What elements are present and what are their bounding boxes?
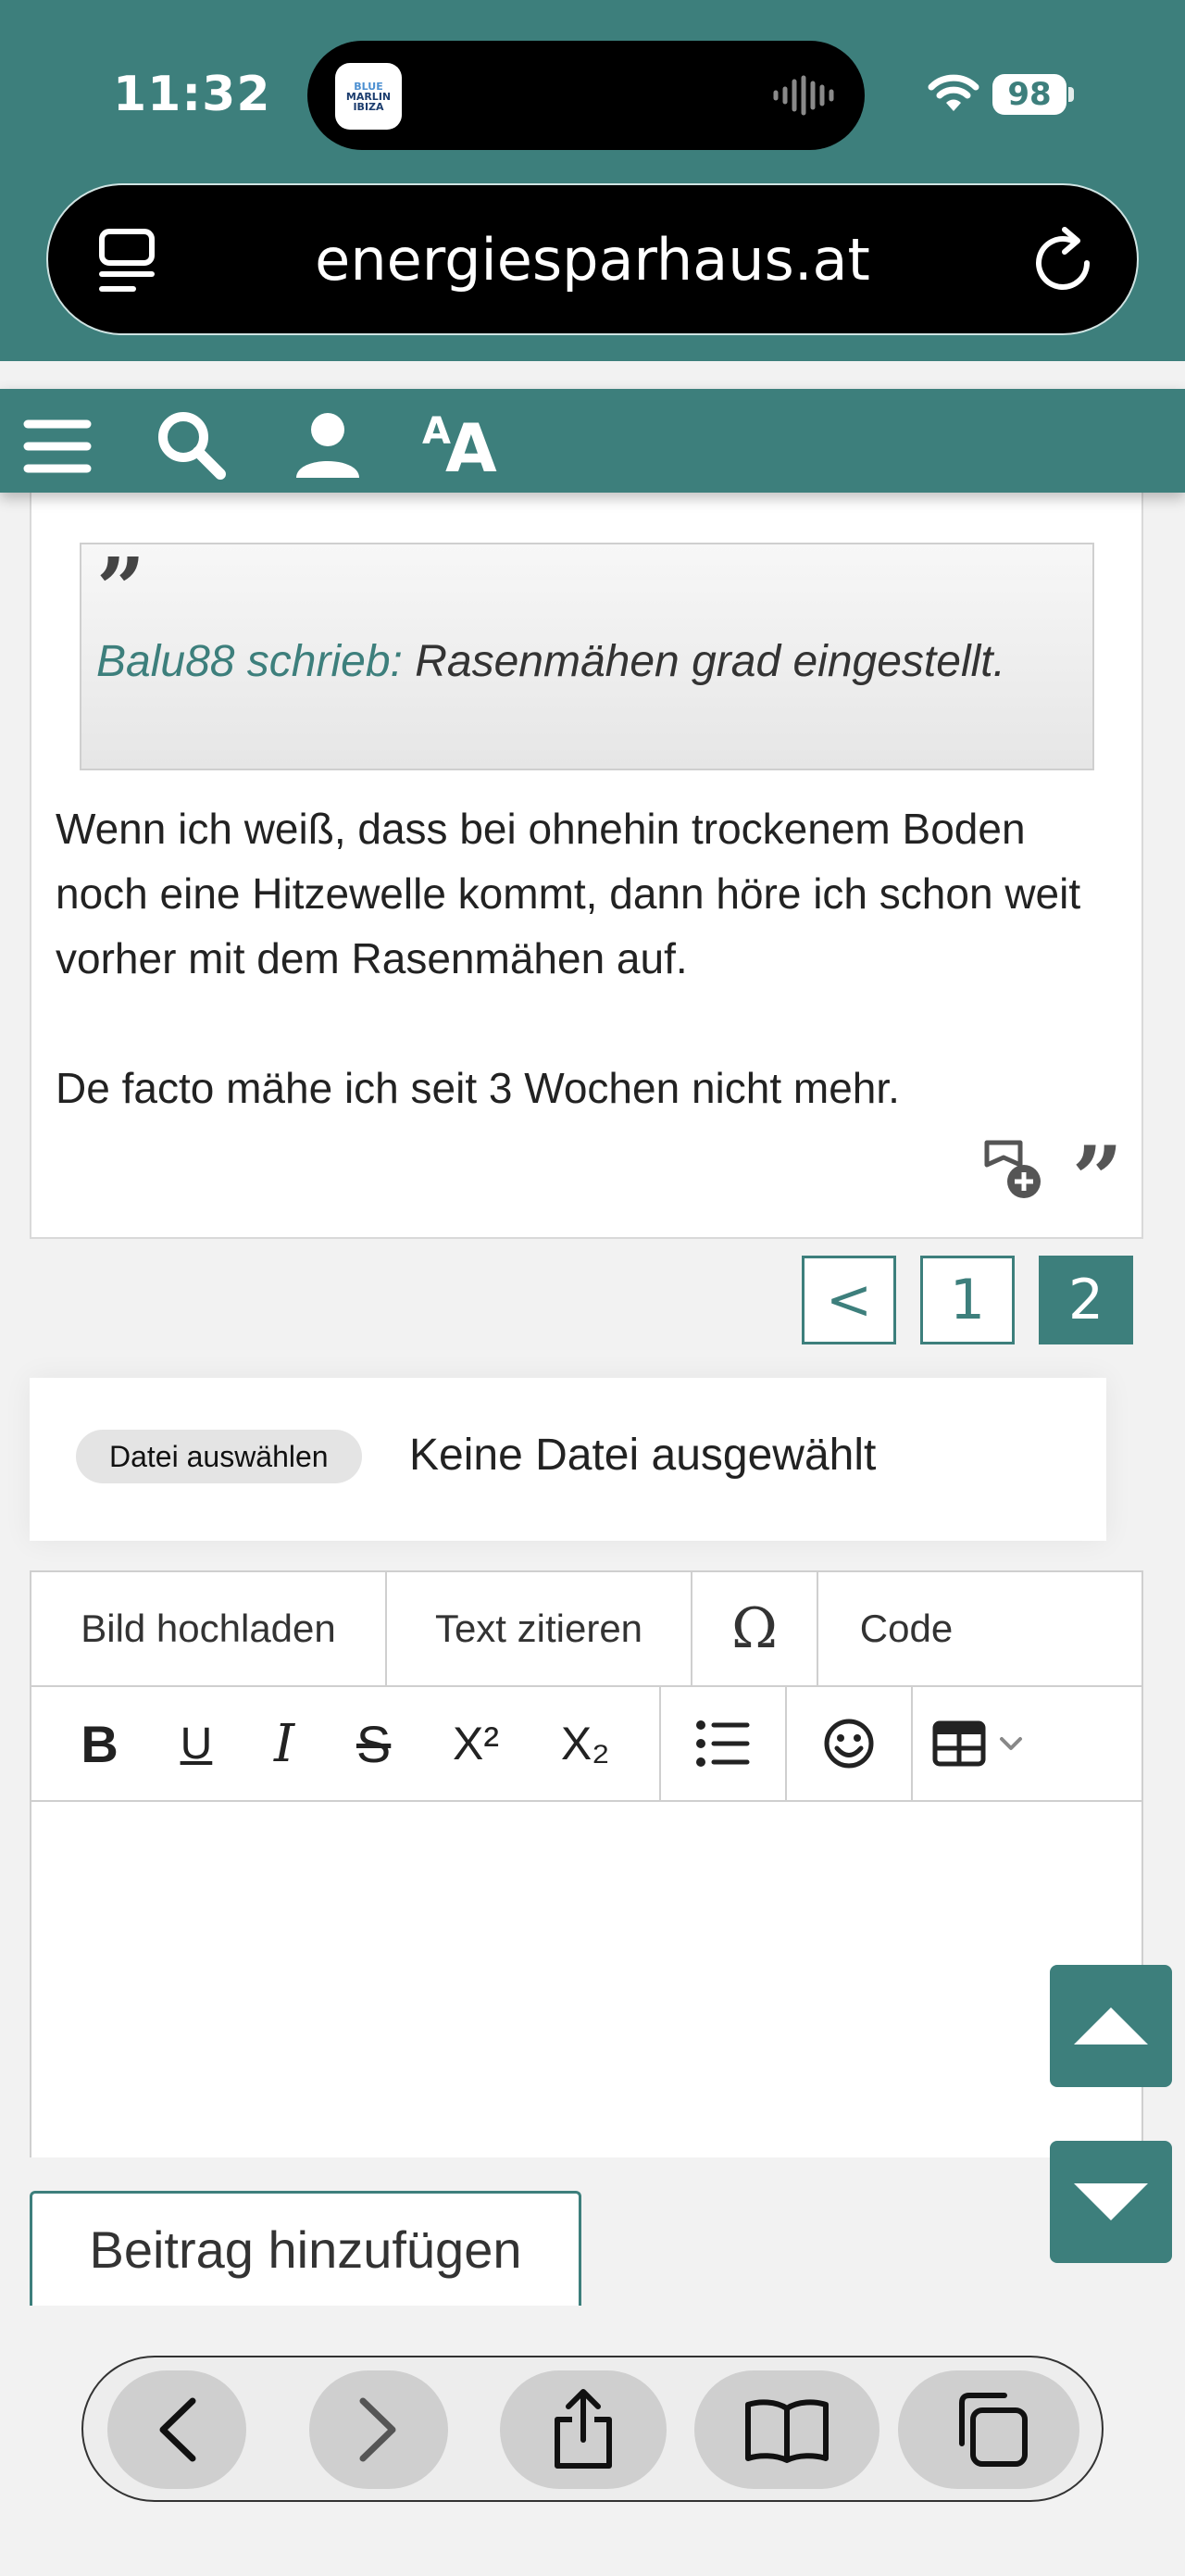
site-toolbar: A A	[0, 389, 1185, 493]
dynamic-island: BLUE MARLIN IBIZA	[307, 41, 865, 150]
quote-content: Rasenmähen grad eingestellt.	[415, 637, 1005, 686]
tabs-icon	[959, 2393, 1028, 2467]
list-button[interactable]	[661, 1687, 787, 1800]
audio-wave-icon	[773, 75, 834, 116]
reload-icon[interactable]	[1031, 224, 1100, 298]
smiley-icon	[824, 1719, 874, 1769]
italic-button[interactable]: I	[274, 1714, 294, 1774]
share-icon	[555, 2389, 612, 2469]
pagination-prev[interactable]: <	[802, 1256, 896, 1344]
editor-toolbar-row-1: Bild hochladen Text zitieren Ω Code	[31, 1572, 1141, 1687]
post-actions: ”	[979, 1135, 1123, 1224]
browser-top-chrome: 11:32 BLUE MARLIN IBIZA 98 energiesparha…	[0, 0, 1185, 361]
chevron-down-icon	[1000, 1737, 1022, 1750]
upload-image-button[interactable]: Bild hochladen	[31, 1572, 387, 1685]
chevron-right-icon	[359, 2397, 396, 2462]
search-icon[interactable]	[154, 407, 228, 481]
browser-toolbar	[81, 2356, 1104, 2502]
wifi-icon	[928, 74, 979, 111]
pagination: < 1 2	[802, 1256, 1133, 1344]
quote-text-button[interactable]: Text zitieren	[387, 1572, 692, 1685]
back-button[interactable]	[107, 2370, 246, 2489]
subscript-button[interactable]: X₂	[561, 1717, 610, 1770]
island-app-word: MARLIN	[345, 90, 392, 103]
emoji-button[interactable]	[787, 1687, 913, 1800]
underline-button[interactable]: U	[181, 1719, 213, 1769]
scroll-bottom-button[interactable]	[1050, 2141, 1172, 2263]
menu-icon[interactable]	[20, 407, 94, 481]
triangle-down-icon	[1074, 2183, 1148, 2220]
post-editor: Bild hochladen Text zitieren Ω Code B U …	[30, 1570, 1143, 2157]
island-app-word: BLUE	[354, 80, 383, 93]
bold-button[interactable]: B	[81, 1714, 118, 1774]
browser-bottom-area	[0, 2306, 1185, 2576]
editor-textarea[interactable]	[31, 1802, 1141, 2157]
strikethrough-button[interactable]: S	[356, 1714, 391, 1774]
post-paragraph: Wenn ich weiß, dass bei ohnehin trockene…	[56, 805, 1081, 982]
user-icon[interactable]	[291, 407, 365, 481]
editor-toolbar-row-2: B U I S X² X₂	[31, 1687, 1141, 1802]
quote-mark-icon: ”	[96, 539, 145, 639]
table-icon	[932, 1720, 986, 1767]
forum-post: ” Balu88 schrieb: Rasenmähen grad einges…	[30, 481, 1143, 1239]
quote-reply-icon[interactable]: ”	[1072, 1135, 1123, 1224]
book-icon	[745, 2399, 829, 2463]
text-size-icon[interactable]: A A	[422, 407, 497, 487]
superscript-button[interactable]: X²	[453, 1717, 499, 1770]
share-button[interactable]	[500, 2370, 667, 2489]
battery-nub	[1068, 87, 1074, 102]
format-group: B U I S X² X₂	[31, 1687, 661, 1800]
list-icon	[696, 1720, 750, 1767]
code-button[interactable]: Code	[818, 1572, 994, 1685]
island-app-icon: BLUE MARLIN IBIZA	[335, 63, 402, 130]
tabs-button[interactable]	[898, 2370, 1079, 2489]
status-time: 11:32	[113, 67, 271, 122]
forward-button[interactable]	[309, 2370, 448, 2489]
table-button[interactable]	[913, 1687, 1042, 1800]
add-post-button[interactable]: Beitrag hinzufügen	[30, 2191, 581, 2306]
post-paragraph: De facto mähe ich seit 3 Wochen nicht me…	[56, 1064, 900, 1112]
pagination-page-2[interactable]: 2	[1039, 1256, 1133, 1344]
file-upload: Datei auswählen Keine Datei ausgewählt	[30, 1378, 1106, 1541]
text-size-big-a: A	[444, 409, 497, 487]
file-status: Keine Datei ausgewählt	[409, 1431, 877, 1480]
island-app-word: IBIZA	[353, 100, 384, 113]
quote-text: Balu88 schrieb: Rasenmähen grad eingeste…	[96, 630, 1078, 694]
url-text[interactable]: energiesparhaus.at	[48, 226, 1137, 294]
post-body: Wenn ich weiß, dass bei ohnehin trockene…	[56, 796, 1129, 1120]
pagination-page-1[interactable]: 1	[920, 1256, 1015, 1344]
choose-file-button[interactable]: Datei auswählen	[76, 1430, 362, 1483]
quote-block: ” Balu88 schrieb: Rasenmähen grad einges…	[80, 543, 1094, 770]
bookmarks-button[interactable]	[694, 2370, 879, 2489]
quote-author[interactable]: Balu88 schrieb:	[96, 637, 403, 686]
bookmark-add-icon[interactable]	[979, 1137, 1044, 1202]
address-bar[interactable]: energiesparhaus.at	[46, 183, 1139, 335]
triangle-up-icon	[1074, 2007, 1148, 2045]
special-char-button[interactable]: Ω	[692, 1572, 818, 1685]
chevron-left-icon	[159, 2397, 196, 2462]
scroll-top-button[interactable]	[1050, 1965, 1172, 2087]
battery-indicator: 98	[992, 74, 1066, 115]
